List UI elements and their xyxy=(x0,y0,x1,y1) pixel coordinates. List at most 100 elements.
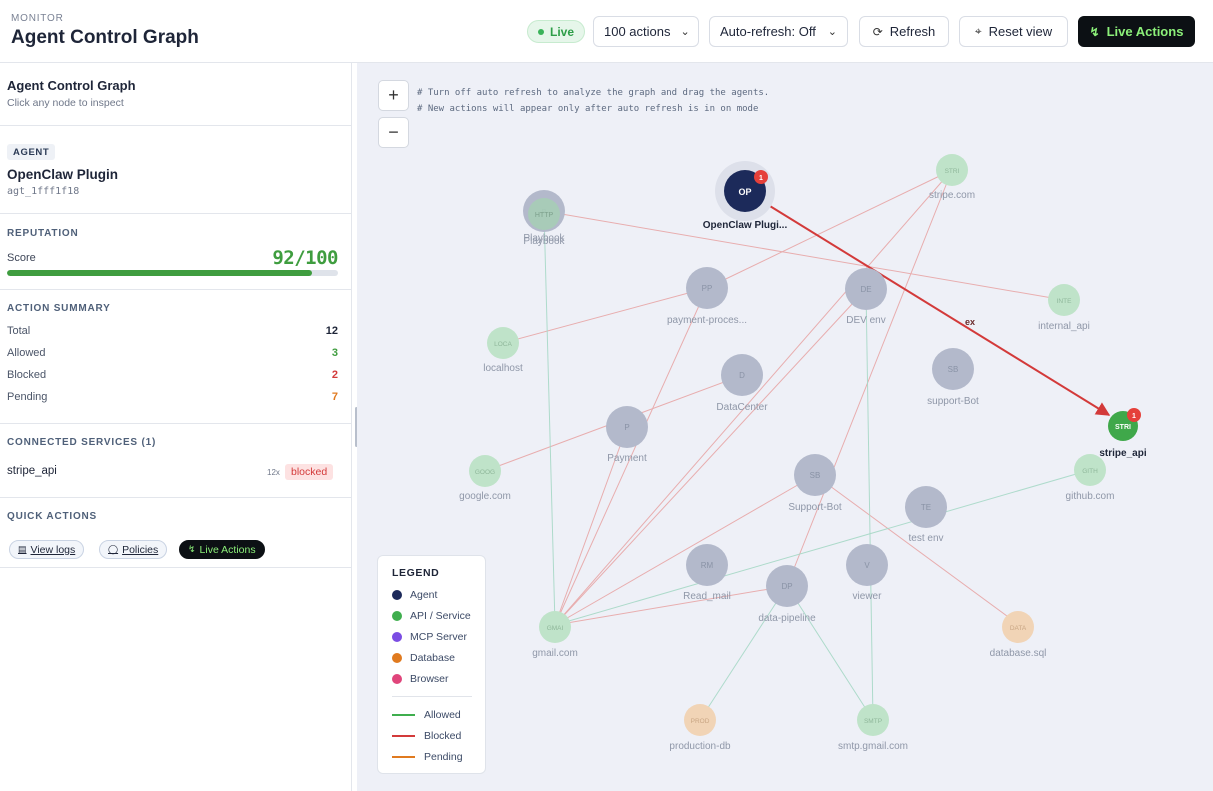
quick-live-actions-button[interactable]: ↯ Live Actions xyxy=(179,540,265,559)
node-google-com[interactable]: GOOG google.com xyxy=(459,455,511,502)
legend-item-label: Browser xyxy=(410,673,449,685)
node-openclaw-agent[interactable]: OP 1 OpenClaw Plugi... xyxy=(703,161,788,231)
node-viewer[interactable]: V viewer xyxy=(846,544,888,602)
svg-text:D: D xyxy=(739,371,745,380)
svg-text:P: P xyxy=(624,423,629,432)
page-title: Agent Control Graph xyxy=(11,27,199,48)
node-data-pipeline[interactable]: DP data-pipeline xyxy=(758,565,816,624)
service-name[interactable]: stripe_api xyxy=(7,465,57,477)
svg-text:STRI: STRI xyxy=(945,168,960,175)
svg-text:localhost: localhost xyxy=(483,363,523,374)
service-dot-icon xyxy=(392,611,402,621)
live-actions-button[interactable]: ↯ Live Actions xyxy=(1078,16,1195,47)
legend-item-label: Allowed xyxy=(424,709,461,721)
summary-row-label: Pending xyxy=(7,391,48,403)
policies-label: Policies xyxy=(122,543,159,556)
summary-row-total: Total 12 xyxy=(7,325,338,337)
svg-text:database.sql: database.sql xyxy=(990,648,1047,659)
node-internal-api[interactable]: INTE internal_api xyxy=(1038,284,1090,332)
svg-text:data-pipeline: data-pipeline xyxy=(758,613,816,624)
legend-item-label: Pending xyxy=(424,751,463,763)
reputation-section: REPUTATION Score 92/100 xyxy=(0,214,352,290)
svg-text:OpenClaw Plugi...: OpenClaw Plugi... xyxy=(703,220,788,231)
zoom-in-button[interactable]: + xyxy=(378,80,409,111)
view-logs-button[interactable]: ▤ View logs xyxy=(9,540,85,559)
sidebar-title: Agent Control Graph xyxy=(7,78,136,93)
legend-line-blocked: Blocked xyxy=(392,730,461,742)
svg-text:RM: RM xyxy=(701,561,714,570)
svg-text:SB: SB xyxy=(948,365,959,374)
node-gmail-com[interactable]: GMAI gmail.com xyxy=(532,611,578,659)
sidebar-subtitle: Click any node to inspect xyxy=(7,97,124,109)
svg-text:support-Bot: support-Bot xyxy=(927,396,979,407)
node-read-mail[interactable]: RM Read_mail xyxy=(683,544,731,602)
svg-text:DP: DP xyxy=(781,582,792,591)
legend-item-browser: Browser xyxy=(392,673,449,685)
node-database-sql[interactable]: DATA database.sql xyxy=(990,611,1047,659)
legend-item-agent: Agent xyxy=(392,589,437,601)
svg-text:SB: SB xyxy=(810,471,821,480)
action-summary-section: ACTION SUMMARY Total 12 Allowed 3 Blocke… xyxy=(0,290,352,424)
refresh-button[interactable]: ⟳ Refresh xyxy=(859,16,949,47)
reset-view-button[interactable]: ⌖ Reset view xyxy=(959,16,1068,47)
connected-services-label: CONNECTED SERVICES (1) xyxy=(7,437,157,448)
svg-text:1: 1 xyxy=(759,175,763,182)
database-dot-icon xyxy=(392,653,402,663)
svg-text:test env: test env xyxy=(908,533,943,544)
legend-item-label: MCP Server xyxy=(410,631,467,643)
node-localhost[interactable]: LOCA localhost xyxy=(483,327,523,374)
chevron-down-icon: ⌄ xyxy=(680,26,690,38)
edge-allowed xyxy=(543,210,556,626)
connected-services-section: CONNECTED SERVICES (1) stripe_api 12x bl… xyxy=(0,424,352,498)
summary-row-value: 2 xyxy=(331,369,338,381)
policies-button[interactable]: ◯ Policies xyxy=(99,540,168,559)
node-stripe-api[interactable]: STRI 1 stripe_api xyxy=(1099,408,1147,459)
svg-text:viewer: viewer xyxy=(853,591,883,602)
section-eyebrow: MONITOR xyxy=(11,13,64,24)
node-production-db[interactable]: PROD production-db xyxy=(669,704,731,752)
svg-text:HTTP: HTTP xyxy=(535,212,554,219)
service-count: 12x xyxy=(267,468,280,477)
node-payment[interactable]: P Payment xyxy=(606,406,648,464)
auto-refresh-select[interactable]: Auto-refresh: Off ⌄ xyxy=(709,16,848,47)
pending-line-icon xyxy=(392,756,415,758)
refresh-button-label: Refresh xyxy=(889,24,936,39)
reset-view-button-label: Reset view xyxy=(988,24,1053,39)
edge-pending xyxy=(554,169,953,626)
summary-row-pending: Pending 7 xyxy=(7,391,338,403)
action-summary-label: ACTION SUMMARY xyxy=(7,303,111,314)
actions-count-select[interactable]: 100 actions ⌄ xyxy=(593,16,699,47)
blocked-line-icon xyxy=(392,735,415,737)
svg-text:Support-Bot: Support-Bot xyxy=(788,502,842,513)
shield-icon: ◯ xyxy=(108,544,119,554)
svg-text:stripe.com: stripe.com xyxy=(929,190,975,201)
view-logs-label: View logs xyxy=(30,543,76,556)
node-test-env[interactable]: TE test env xyxy=(905,486,947,544)
node-support-bot-top[interactable]: SB support-Bot xyxy=(927,348,979,407)
node-support-bot[interactable]: SB Support-Bot xyxy=(788,454,842,513)
summary-row-value: 12 xyxy=(325,325,338,337)
node-payment-processor[interactable]: PP payment-proces... xyxy=(667,267,747,326)
score-bar xyxy=(7,270,338,276)
legend-item-label: Agent xyxy=(410,589,438,601)
edge-pending xyxy=(543,210,1065,301)
agent-dot-icon xyxy=(392,590,402,600)
svg-text:google.com: google.com xyxy=(459,491,511,502)
svg-text:INTE: INTE xyxy=(1057,298,1072,305)
node-github-com[interactable]: GITH github.com xyxy=(1066,454,1115,502)
svg-text:GITH: GITH xyxy=(1082,468,1098,475)
node-dev-env[interactable]: DE DEV env xyxy=(845,268,887,326)
graph-legend: LEGEND Agent API / Service MCP Server Da… xyxy=(377,555,486,774)
legend-line-allowed: Allowed xyxy=(392,709,461,721)
node-datacenter[interactable]: D DataCenter xyxy=(716,354,768,413)
graph-canvas[interactable]: ex P Playbook HTTP Playbook PP payment-p… xyxy=(357,63,1213,791)
chevron-down-icon: ⌄ xyxy=(827,26,837,38)
svg-text:1: 1 xyxy=(1132,413,1136,420)
score-label: Score xyxy=(7,252,36,264)
quick-actions-section: QUICK ACTIONS ▤ View logs ◯ Policies ↯ L… xyxy=(0,498,352,568)
svg-text:github.com: github.com xyxy=(1066,491,1115,502)
inspector-sidebar: Agent Control Graph Click any node to in… xyxy=(0,63,352,791)
node-smtp-gmail-com[interactable]: SMTP smtp.gmail.com xyxy=(838,704,908,752)
zoom-out-button[interactable]: − xyxy=(378,117,409,148)
svg-text:DE: DE xyxy=(860,285,871,294)
